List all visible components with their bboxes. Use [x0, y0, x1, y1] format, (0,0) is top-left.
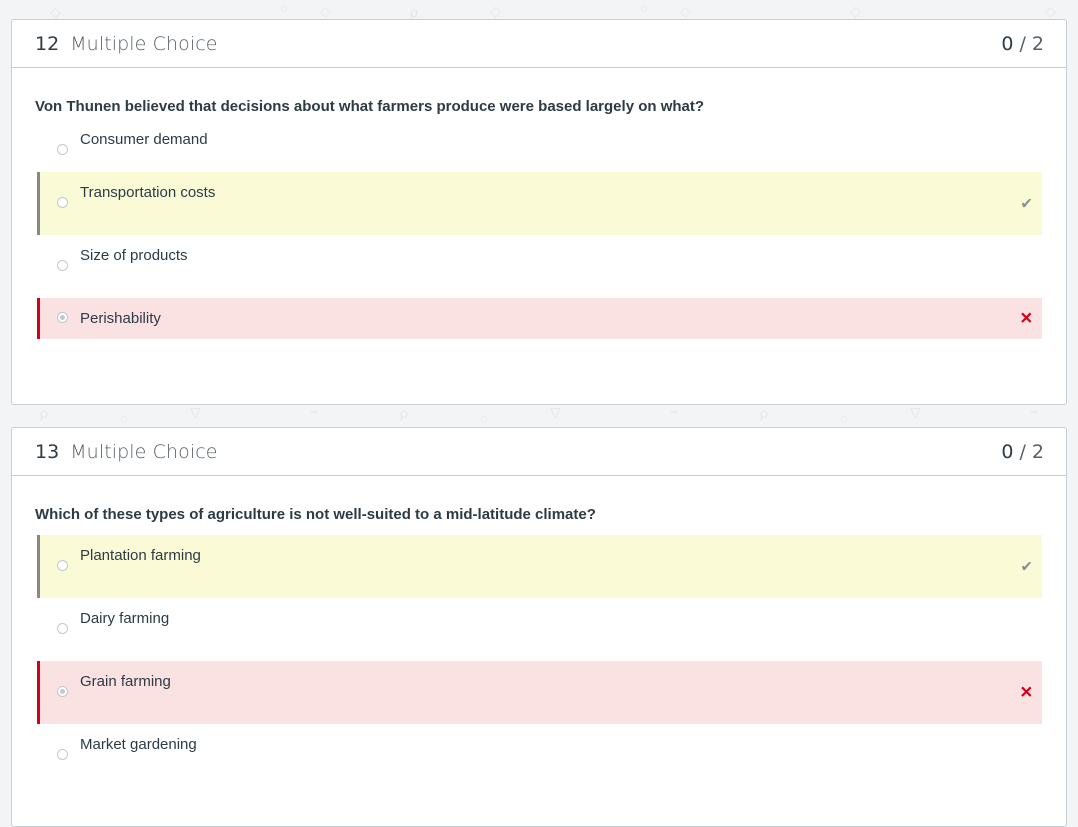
answer-label: Market gardening [80, 736, 197, 753]
answer-option[interactable]: Size of products [37, 235, 1042, 298]
question-number: 13 [35, 440, 60, 463]
answer-option-incorrect[interactable]: Grain farming ✕ [37, 661, 1042, 724]
score-total: 2 [1031, 440, 1044, 463]
score-total: 2 [1031, 32, 1044, 55]
question-header: 12 Multiple Choice 0 / 2 [12, 20, 1066, 68]
radio-button[interactable] [57, 260, 68, 271]
question-text: Which of these types of agriculture is n… [35, 506, 596, 523]
question-body: Von Thunen believed that decisions about… [12, 68, 1066, 339]
radio-button[interactable] [57, 749, 68, 760]
answer-option-correct[interactable]: Plantation farming ✔ [37, 535, 1042, 598]
answer-label: Transportation costs [80, 184, 216, 201]
answer-option[interactable]: Market gardening [37, 724, 1042, 787]
question-type: Multiple Choice [70, 32, 218, 55]
question-card-12: 12 Multiple Choice 0 / 2 Von Thunen beli… [11, 19, 1067, 405]
answer-label: Size of products [80, 247, 188, 264]
question-type: Multiple Choice [70, 440, 218, 463]
answer-list: Consumer demand Transportation costs ✔ S… [37, 130, 1042, 339]
answer-option[interactable]: Dairy farming [37, 598, 1042, 661]
radio-button[interactable] [57, 144, 68, 155]
answer-option-incorrect[interactable]: Perishability ✕ [37, 298, 1042, 339]
score-separator: / [1019, 32, 1026, 55]
score-earned: 0 [1001, 440, 1014, 463]
radio-button-selected[interactable] [57, 686, 68, 697]
x-mark-icon: ✕ [1019, 684, 1033, 701]
radio-button[interactable] [57, 623, 68, 634]
score-separator: / [1019, 440, 1026, 463]
question-score: 0 / 2 [1001, 33, 1044, 55]
radio-button[interactable] [57, 197, 68, 208]
score-earned: 0 [1001, 32, 1014, 55]
question-score: 0 / 2 [1001, 441, 1044, 463]
radio-button[interactable] [57, 560, 68, 571]
answer-option[interactable]: Consumer demand [37, 130, 1042, 172]
x-mark-icon: ✕ [1019, 310, 1033, 327]
answer-label: Grain farming [80, 673, 171, 690]
answer-label: Plantation farming [80, 547, 201, 564]
radio-button-selected[interactable] [57, 312, 68, 323]
checkmark-icon: ✔ [1020, 558, 1033, 575]
answer-label: Dairy farming [80, 610, 170, 627]
question-text: Von Thunen believed that decisions about… [35, 98, 705, 115]
answer-list: Plantation farming ✔ Dairy farming Grain… [37, 535, 1042, 787]
answer-label: Consumer demand [80, 131, 208, 148]
answer-label: Perishability [80, 310, 161, 327]
question-body: Which of these types of agriculture is n… [12, 476, 1066, 787]
checkmark-icon: ✔ [1020, 195, 1033, 212]
question-card-13: 13 Multiple Choice 0 / 2 Which of these … [11, 427, 1067, 827]
question-header: 13 Multiple Choice 0 / 2 [12, 428, 1066, 476]
question-number: 12 [35, 32, 60, 55]
answer-option-correct[interactable]: Transportation costs ✔ [37, 172, 1042, 235]
